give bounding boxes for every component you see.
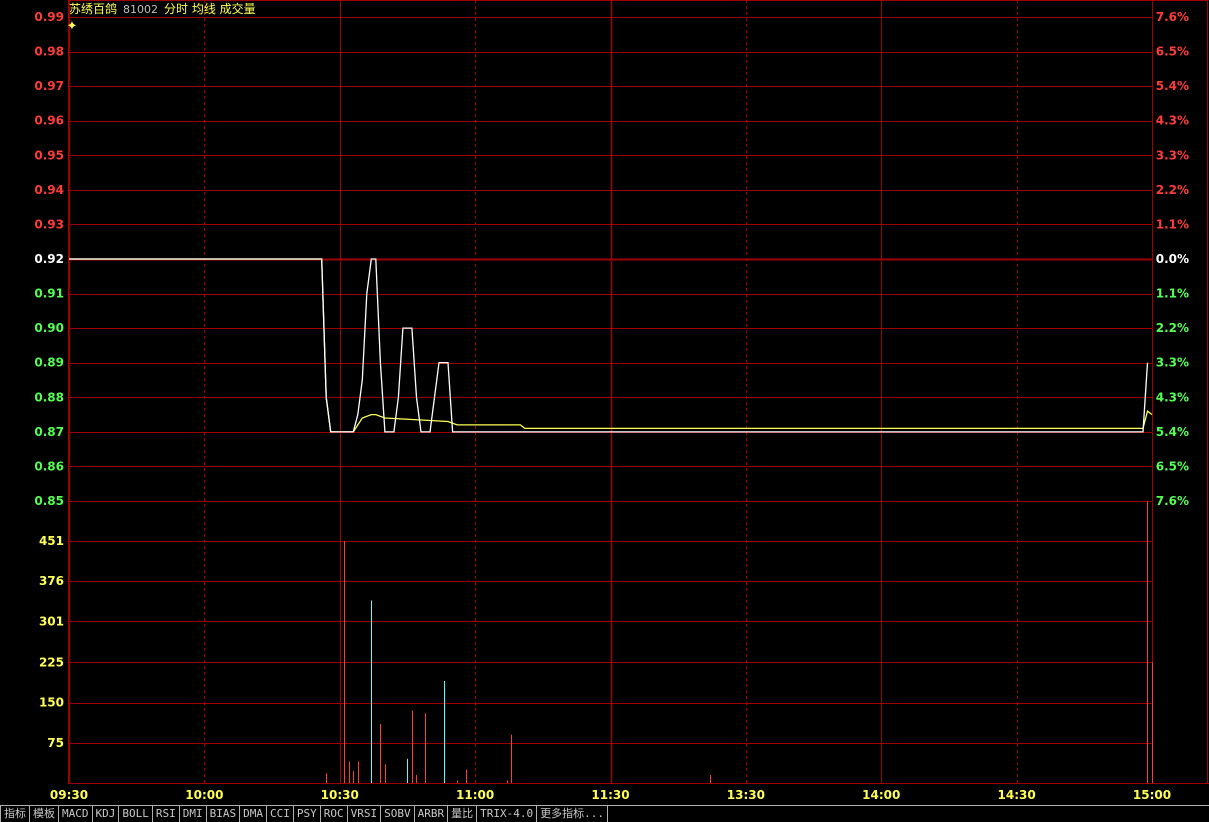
price-tick-label: 0.91 xyxy=(34,287,64,301)
time-tick-label: 11:00 xyxy=(456,788,494,802)
indicator-toolbar: 指标 模板 MACD KDJ BOLL RSI DMI BIAS DMA CCI PSY ROC VRS… xyxy=(0,805,1209,822)
chart-tags: 分时 均线 成交量 xyxy=(164,2,256,16)
price-tick-label: 0.93 xyxy=(34,217,64,231)
indicator-tab[interactable]: ROC xyxy=(320,805,348,822)
price-tick-label: 0.92 xyxy=(34,252,64,266)
volume-tick-label: 75 xyxy=(47,736,64,750)
percent-tick-label: 6.5% xyxy=(1156,45,1189,59)
time-tick-label: 15:00 xyxy=(1133,788,1171,802)
volume-tick-label: 451 xyxy=(39,534,64,548)
volume-tick-label: 150 xyxy=(39,696,64,710)
indicator-tab[interactable]: CCI xyxy=(267,805,294,822)
percent-tick-label: 1.1% xyxy=(1156,217,1189,231)
price-axis: 0.99 0.98 0.97 0.96 0.95 0.94 0.93 0.92 0.91 0.90… xyxy=(34,10,64,508)
time-tick-label: 13:30 xyxy=(727,788,765,802)
indicator-tab[interactable]: DMI xyxy=(179,805,207,822)
percent-tick-label: 0.0% xyxy=(1156,252,1189,266)
indicator-tab[interactable]: KDJ xyxy=(92,805,120,822)
price-line xyxy=(69,258,1149,433)
percent-tick-label: 3.3% xyxy=(1156,148,1189,162)
percent-tick-label: 3.3% xyxy=(1156,356,1189,370)
volume-tick-label: 376 xyxy=(39,574,64,588)
marker-icon: ✦ xyxy=(67,19,78,34)
price-tick-label: 0.99 xyxy=(34,10,64,24)
time-axis: 09:30 10:00 10:30 11:00 11:30 13:30 14:00 14:30… xyxy=(50,788,1171,802)
chart-header: 苏绣百鸽 81002 分时 均线 成交量 xyxy=(69,2,256,17)
stock-code: 81002 xyxy=(123,3,159,16)
indicator-tab[interactable]: MACD xyxy=(59,805,93,822)
indicator-tab[interactable]: 量比 xyxy=(448,805,478,822)
percent-tick-label: 4.3% xyxy=(1156,390,1189,404)
percent-tick-label: 7.6% xyxy=(1156,494,1189,508)
indicator-tab[interactable]: ARBR xyxy=(414,805,449,822)
percent-tick-label: 5.4% xyxy=(1156,425,1189,439)
time-tick-label: 10:00 xyxy=(185,788,223,802)
average-price-line xyxy=(69,258,1153,433)
percent-tick-label: 4.3% xyxy=(1156,114,1189,128)
price-tick-label: 0.88 xyxy=(34,390,64,404)
percent-axis: 7.6% 6.5% 5.4% 4.3% 3.3% 2.2% 1.1% 0.0% 1.1% 2.2%… xyxy=(1156,10,1189,508)
price-tick-label: 0.86 xyxy=(34,459,64,473)
price-tick-label: 0.96 xyxy=(34,114,64,128)
price-tick-label: 0.89 xyxy=(34,356,64,370)
percent-tick-label: 5.4% xyxy=(1156,79,1189,93)
indicator-tab[interactable]: DMA xyxy=(240,805,267,822)
indicator-tab[interactable]: BIAS xyxy=(206,805,241,822)
time-tick-label: 10:30 xyxy=(321,788,359,802)
indicator-tab[interactable]: TRIX-4.0 xyxy=(477,805,538,822)
percent-tick-label: 1.1% xyxy=(1156,287,1189,301)
intraday-chart[interactable]: 0.99 0.98 0.97 0.96 0.95 0.94 0.93 0.92 0.91 0.90… xyxy=(0,0,1209,803)
indicator-tab[interactable]: VRSI xyxy=(347,805,382,822)
chart-grid xyxy=(68,0,1209,784)
price-tick-label: 0.85 xyxy=(34,494,64,508)
price-tick-label: 0.87 xyxy=(34,425,64,439)
percent-tick-label: 2.2% xyxy=(1156,321,1189,335)
percent-tick-label: 6.5% xyxy=(1156,459,1189,473)
price-tick-label: 0.98 xyxy=(34,45,64,59)
time-tick-label: 14:30 xyxy=(998,788,1036,802)
indicator-tab[interactable]: BOLL xyxy=(119,805,153,822)
volume-bars xyxy=(326,501,1153,783)
indicator-tab[interactable]: PSY xyxy=(293,805,321,822)
indicator-tab[interactable]: 更多指标... xyxy=(537,805,608,822)
price-tick-label: 0.95 xyxy=(34,148,64,162)
indicator-tab[interactable]: SOBV xyxy=(381,805,415,822)
time-tick-label: 09:30 xyxy=(50,788,88,802)
time-tick-label: 14:00 xyxy=(862,788,900,802)
volume-tick-label: 301 xyxy=(39,614,64,628)
volume-axis: 451 376 301 225 150 75 xyxy=(39,534,64,750)
percent-tick-label: 7.6% xyxy=(1156,10,1189,24)
chart-frame xyxy=(68,0,1208,784)
indicator-tab[interactable]: 指标 xyxy=(0,805,30,822)
indicator-tab[interactable]: RSI xyxy=(152,805,180,822)
price-tick-label: 0.97 xyxy=(34,79,64,93)
percent-tick-label: 2.2% xyxy=(1156,183,1189,197)
indicator-tab[interactable]: 模板 xyxy=(30,805,59,822)
time-tick-label: 11:30 xyxy=(591,788,629,802)
volume-tick-label: 225 xyxy=(39,655,64,669)
stock-name: 苏绣百鸽 xyxy=(69,2,118,16)
price-tick-label: 0.90 xyxy=(34,321,64,335)
price-tick-label: 0.94 xyxy=(34,183,64,197)
toolbar-filler xyxy=(607,805,1209,822)
